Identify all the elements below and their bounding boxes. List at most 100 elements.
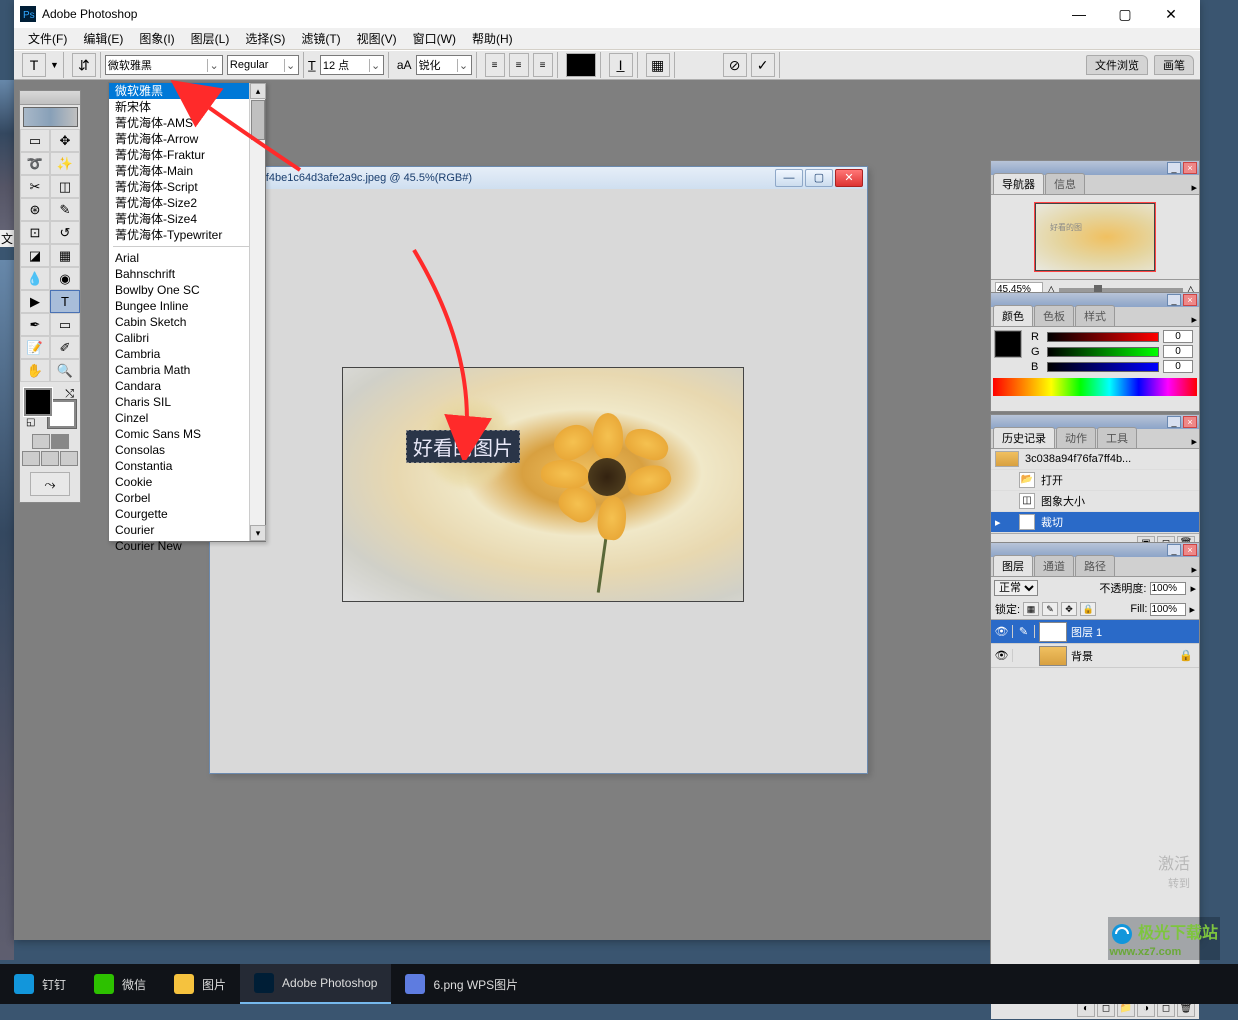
commit-icon[interactable]: ✓ bbox=[751, 53, 775, 77]
font-size-combo[interactable]: ⌄ bbox=[320, 55, 384, 75]
minimize-button[interactable]: — bbox=[1056, 0, 1102, 28]
document-titlebar[interactable]: a94f76fa7ff4be1c64d3afe2a9c.jpeg @ 45.5%… bbox=[210, 167, 867, 189]
panel-close-icon[interactable]: × bbox=[1183, 294, 1197, 306]
text-orientation-icon[interactable]: ⇵ bbox=[72, 53, 96, 77]
taskbar-item[interactable]: Adobe Photoshop bbox=[240, 964, 391, 1004]
history-brush-icon[interactable]: ↺ bbox=[50, 221, 80, 244]
font-option[interactable]: Arial bbox=[109, 250, 265, 266]
tab-info[interactable]: 信息 bbox=[1045, 173, 1085, 194]
align-right-icon[interactable]: ≡ bbox=[533, 53, 553, 77]
path-select-icon[interactable]: ▶ bbox=[20, 290, 50, 313]
font-option[interactable]: Constantia bbox=[109, 458, 265, 474]
blend-mode-select[interactable]: 正常 bbox=[994, 580, 1038, 596]
palette-tab-brush[interactable]: 画笔 bbox=[1154, 55, 1194, 75]
dropdown-icon[interactable]: ▼ bbox=[50, 60, 59, 70]
navigator-thumbnail[interactable] bbox=[1035, 203, 1155, 271]
lock-all-icon[interactable]: 🔒 bbox=[1080, 602, 1096, 616]
color-picker[interactable]: ⤭ ◱ bbox=[22, 386, 78, 430]
font-option[interactable]: Candara bbox=[109, 378, 265, 394]
history-item[interactable]: 📂打开 bbox=[991, 470, 1199, 491]
close-button[interactable]: ✕ bbox=[1148, 0, 1194, 28]
font-option[interactable]: Cinzel bbox=[109, 410, 265, 426]
taskbar-item[interactable]: 微信 bbox=[80, 964, 160, 1004]
taskbar-item[interactable]: 6.png WPS图片 bbox=[391, 964, 532, 1004]
panel-close-icon[interactable]: × bbox=[1183, 162, 1197, 174]
wand-tool-icon[interactable]: ✨ bbox=[50, 152, 80, 175]
screen-standard-icon[interactable] bbox=[22, 451, 40, 466]
cancel-icon[interactable]: ⊘ bbox=[723, 53, 747, 77]
history-snapshot[interactable]: 3c038a94f76fa7ff4b... bbox=[991, 449, 1199, 470]
menu-layer[interactable]: 图层(L) bbox=[183, 28, 238, 49]
tools-drag-handle[interactable] bbox=[20, 91, 80, 105]
doc-close-button[interactable]: ✕ bbox=[835, 169, 863, 187]
opacity-input[interactable] bbox=[1150, 582, 1186, 595]
font-option[interactable]: Bahnschrift bbox=[109, 266, 265, 282]
menu-edit[interactable]: 编辑(E) bbox=[75, 28, 131, 49]
blur-tool-icon[interactable]: 💧 bbox=[20, 267, 50, 290]
fill-input[interactable] bbox=[1150, 603, 1186, 616]
font-option[interactable]: Charis SIL bbox=[109, 394, 265, 410]
g-input[interactable] bbox=[1163, 345, 1193, 358]
font-option[interactable]: 菁优海体-Main bbox=[109, 163, 265, 179]
standard-mode-icon[interactable] bbox=[32, 434, 50, 449]
lock-transparency-icon[interactable]: ▦ bbox=[1023, 602, 1039, 616]
screen-full-icon[interactable] bbox=[60, 451, 78, 466]
align-center-icon[interactable]: ≡ bbox=[509, 53, 529, 77]
chevron-down-icon[interactable]: ⌄ bbox=[284, 59, 296, 72]
fg-color-swatch[interactable] bbox=[24, 388, 52, 416]
menu-file[interactable]: 文件(F) bbox=[20, 28, 75, 49]
marquee-tool-icon[interactable]: ▭ bbox=[20, 129, 50, 152]
panel-menu-icon[interactable]: ▸ bbox=[1191, 435, 1197, 448]
doc-minimize-button[interactable]: — bbox=[775, 169, 803, 187]
lasso-tool-icon[interactable]: ➰ bbox=[20, 152, 50, 175]
layer-row[interactable]: 👁 背景 🔒 bbox=[991, 644, 1199, 668]
tab-history[interactable]: 历史记录 bbox=[993, 427, 1055, 448]
menu-select[interactable]: 选择(S) bbox=[237, 28, 293, 49]
font-option[interactable]: Cabin Sketch bbox=[109, 314, 265, 330]
font-option[interactable]: Cookie bbox=[109, 474, 265, 490]
tab-styles[interactable]: 样式 bbox=[1075, 305, 1115, 326]
crop-tool-icon[interactable]: ✂ bbox=[20, 175, 50, 198]
titlebar[interactable]: Ps Adobe Photoshop — ▢ ✕ bbox=[14, 0, 1200, 28]
doc-maximize-button[interactable]: ▢ bbox=[805, 169, 833, 187]
opacity-flyout-icon[interactable]: ▸ bbox=[1190, 582, 1196, 595]
tab-actions[interactable]: 动作 bbox=[1056, 427, 1096, 448]
default-colors-icon[interactable]: ◱ bbox=[26, 417, 35, 428]
taskbar-item[interactable]: 钉钉 bbox=[0, 964, 80, 1004]
visibility-icon[interactable]: 👁 bbox=[991, 625, 1013, 638]
color-spectrum[interactable] bbox=[993, 378, 1197, 396]
scroll-down-icon[interactable]: ▾ bbox=[250, 525, 266, 541]
font-option[interactable]: Cambria bbox=[109, 346, 265, 362]
history-item[interactable]: ◫图象大小 bbox=[991, 491, 1199, 512]
font-option[interactable]: Bungee Inline bbox=[109, 298, 265, 314]
tab-paths[interactable]: 路径 bbox=[1075, 555, 1115, 576]
maximize-button[interactable]: ▢ bbox=[1102, 0, 1148, 28]
antialias-input[interactable] bbox=[419, 59, 458, 71]
shape-tool-icon[interactable]: ▭ bbox=[50, 313, 80, 336]
hand-tool-icon[interactable]: ✋ bbox=[20, 359, 50, 382]
stamp-tool-icon[interactable]: ⊡ bbox=[20, 221, 50, 244]
font-option[interactable]: Corbel bbox=[109, 490, 265, 506]
panel-minimize-icon[interactable]: _ bbox=[1167, 294, 1181, 306]
panel-minimize-icon[interactable]: _ bbox=[1167, 162, 1181, 174]
font-style-input[interactable] bbox=[230, 59, 284, 71]
chevron-down-icon[interactable]: ⌄ bbox=[457, 59, 468, 72]
fill-flyout-icon[interactable]: ▸ bbox=[1189, 603, 1195, 616]
font-option[interactable]: Courier bbox=[109, 522, 265, 538]
font-option[interactable]: 微软雅黑 bbox=[109, 83, 265, 99]
menu-help[interactable]: 帮助(H) bbox=[464, 28, 521, 49]
font-option[interactable]: 菁优海体-Script bbox=[109, 179, 265, 195]
link-icon[interactable]: ✎ bbox=[1013, 625, 1035, 638]
font-option[interactable]: Consolas bbox=[109, 442, 265, 458]
font-option[interactable]: 菁优海体-Size2 bbox=[109, 195, 265, 211]
font-option[interactable]: Courgette bbox=[109, 506, 265, 522]
font-option[interactable]: 菁优海体-AMS bbox=[109, 115, 265, 131]
dropdown-scrollbar[interactable]: ▴ ▾ bbox=[249, 83, 265, 541]
gradient-tool-icon[interactable]: ▦ bbox=[50, 244, 80, 267]
font-family-dropdown[interactable]: 微软雅黑新宋体菁优海体-AMS菁优海体-Arrow菁优海体-Fraktur菁优海… bbox=[108, 82, 266, 542]
chevron-down-icon[interactable]: ⌄ bbox=[369, 59, 380, 72]
font-family-combo[interactable]: ⌄ bbox=[105, 55, 223, 75]
text-layer-box[interactable]: 好看的图片 bbox=[406, 430, 520, 463]
layer-name[interactable]: 图层 1 bbox=[1071, 624, 1102, 640]
b-slider[interactable] bbox=[1047, 362, 1159, 372]
